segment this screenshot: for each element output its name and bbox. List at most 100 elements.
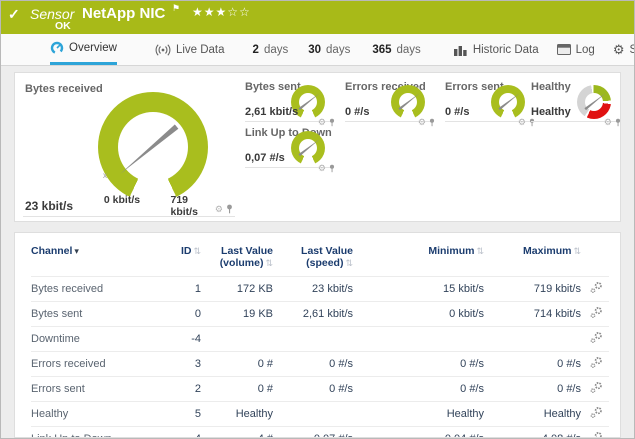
column-label: (volume) (220, 257, 264, 269)
column-label: (speed) (306, 257, 343, 269)
gauge-title: Bytes sent (245, 81, 301, 93)
tab-settings[interactable]: ⚙ Settings (613, 34, 635, 65)
column-label: Maximum (523, 245, 571, 257)
maximum-value (486, 327, 583, 352)
gauges-panel: Bytes received x 0 kbit/s 719 kbit/s 23 … (14, 72, 621, 222)
gauge-errors-sent: Errors sent 0 #/s ⚙ (445, 81, 533, 129)
minimum-value: 15 kbit/s (355, 277, 486, 302)
tab-number: 2 (253, 44, 259, 56)
sensor-header: ✓ Sensor NetApp NIC ⚑ ★★★☆☆ OK (0, 0, 635, 34)
channel-table: Channel▾ ID⇅ Last Value (volume)⇅ Last V… (31, 245, 609, 438)
bar-chart-icon (454, 44, 468, 56)
priority-stars[interactable]: ★★★☆☆ (192, 5, 251, 19)
gear-icon[interactable]: ⚙ (518, 118, 526, 127)
channel-id: 2 (163, 377, 203, 402)
pin-icon[interactable] (429, 118, 435, 127)
gear-icon[interactable]: ⚙ (604, 118, 612, 127)
tab-historic-data[interactable]: Historic Data (454, 34, 539, 65)
last-value-speed: 0,07 #/s (275, 427, 355, 439)
gear-icon[interactable]: ⚙ (418, 118, 426, 127)
gear-icon[interactable]: ⚙ (318, 164, 326, 173)
column-header-last-value-speed[interactable]: Last Value (speed)⇅ (275, 245, 355, 277)
tab-label: Live Data (176, 44, 225, 56)
table-row: Link Up to Down 4 4 # 0,07 #/s 0,04 #/s … (31, 427, 609, 439)
minimum-value: 0 #/s (355, 377, 486, 402)
status-badge: OK (55, 20, 71, 32)
small-gauges-grid: Bytes sent 2,61 kbit/s ⚙ Errors received… (245, 79, 617, 217)
sort-icon: ⇅ (573, 246, 581, 256)
gauge-healthy: Healthy Healthy ⚙ (531, 81, 619, 129)
tab-overview[interactable]: Overview (50, 34, 117, 65)
column-header-last-value-volume[interactable]: Last Value (volume)⇅ (203, 245, 275, 277)
maximum-value: 0 #/s (486, 377, 583, 402)
last-value-volume: 172 KB (203, 277, 275, 302)
gauge-bytes-received: Bytes received x 0 kbit/s 719 kbit/s 23 … (23, 79, 235, 217)
minimum-value: Healthy (355, 402, 486, 427)
channel-id: 3 (163, 352, 203, 377)
maximum-value: Healthy (486, 402, 583, 427)
maximum-value: 719 kbit/s (486, 277, 583, 302)
tab-label: Overview (69, 42, 117, 54)
pin-icon[interactable] (329, 118, 335, 127)
pin-icon[interactable] (615, 118, 621, 127)
tab-log[interactable]: Log (557, 34, 595, 65)
edit-channel-icon[interactable] (590, 281, 603, 297)
column-label: Last Value (275, 245, 353, 257)
gauge-current-value: 0 #/s (345, 106, 369, 118)
tab-number: 365 (372, 44, 391, 56)
gauge-link-up-to-down: Link Up to Down 0,07 #/s ⚙ (245, 127, 333, 175)
column-header-minimum[interactable]: Minimum⇅ (355, 245, 486, 277)
peak-marker: x (103, 171, 107, 180)
gauge-bytes-sent: Bytes sent 2,61 kbit/s ⚙ (245, 81, 333, 129)
pin-icon[interactable] (226, 204, 233, 214)
tab-live-data[interactable]: Live Data (155, 34, 225, 65)
column-header-maximum[interactable]: Maximum⇅ (486, 245, 583, 277)
gauge-current-value: 0,07 #/s (245, 152, 285, 164)
channel-name: Link Up to Down (31, 427, 163, 439)
channel-name: Errors received (31, 352, 163, 377)
tab-number: 30 (308, 44, 321, 56)
gauge-icon (50, 41, 64, 55)
gauge-current-value: Healthy (531, 106, 571, 118)
table-row: Healthy 5 Healthy Healthy Healthy (31, 402, 609, 427)
table-row: Bytes sent 0 19 KB 2,61 kbit/s 0 kbit/s … (31, 302, 609, 327)
last-value-volume: 0 # (203, 352, 275, 377)
maximum-value: 714 kbit/s (486, 302, 583, 327)
gear-icon[interactable]: ⚙ (215, 205, 223, 214)
minimum-value: 0 kbit/s (355, 302, 486, 327)
edit-channel-icon[interactable] (590, 406, 603, 422)
column-header-channel[interactable]: Channel▾ (31, 245, 163, 277)
tab-30-days[interactable]: 30 days (308, 34, 350, 65)
tab-label: Settings (629, 44, 635, 56)
last-value-volume: 0 # (203, 377, 275, 402)
tab-365-days[interactable]: 365 days (372, 34, 420, 65)
edit-channel-icon[interactable] (590, 431, 603, 438)
sort-icon: ⇅ (193, 246, 201, 256)
tab-bar: Overview Live Data 2 days 30 days 365 da… (0, 34, 635, 66)
edit-channel-icon[interactable] (590, 331, 603, 347)
column-header-tools (583, 245, 609, 277)
gear-icon[interactable]: ⚙ (318, 118, 326, 127)
last-value-volume: 19 KB (203, 302, 275, 327)
gauge-errors-received: Errors received 0 #/s ⚙ (345, 81, 433, 129)
gear-icon: ⚙ (613, 43, 625, 56)
tab-2-days[interactable]: 2 days (253, 34, 289, 65)
gauge-current-value: 0 #/s (445, 106, 469, 118)
tab-label: Log (576, 44, 595, 56)
edit-channel-icon[interactable] (590, 306, 603, 322)
channel-id: 5 (163, 402, 203, 427)
column-header-id[interactable]: ID⇅ (163, 245, 203, 277)
last-value-volume: Healthy (203, 402, 275, 427)
channel-table-panel: Channel▾ ID⇅ Last Value (volume)⇅ Last V… (14, 232, 621, 438)
channel-name: Downtime (31, 327, 163, 352)
edit-channel-icon[interactable] (590, 381, 603, 397)
channel-id: 0 (163, 302, 203, 327)
channel-id: -4 (163, 327, 203, 352)
tab-unit: days (397, 44, 421, 56)
channel-name: Bytes sent (31, 302, 163, 327)
sort-active-icon: ▾ (74, 246, 79, 256)
column-label: Last Value (203, 245, 273, 257)
edit-channel-icon[interactable] (590, 356, 603, 372)
priority-flag-icon[interactable]: ⚑ (172, 3, 180, 14)
pin-icon[interactable] (329, 164, 335, 173)
